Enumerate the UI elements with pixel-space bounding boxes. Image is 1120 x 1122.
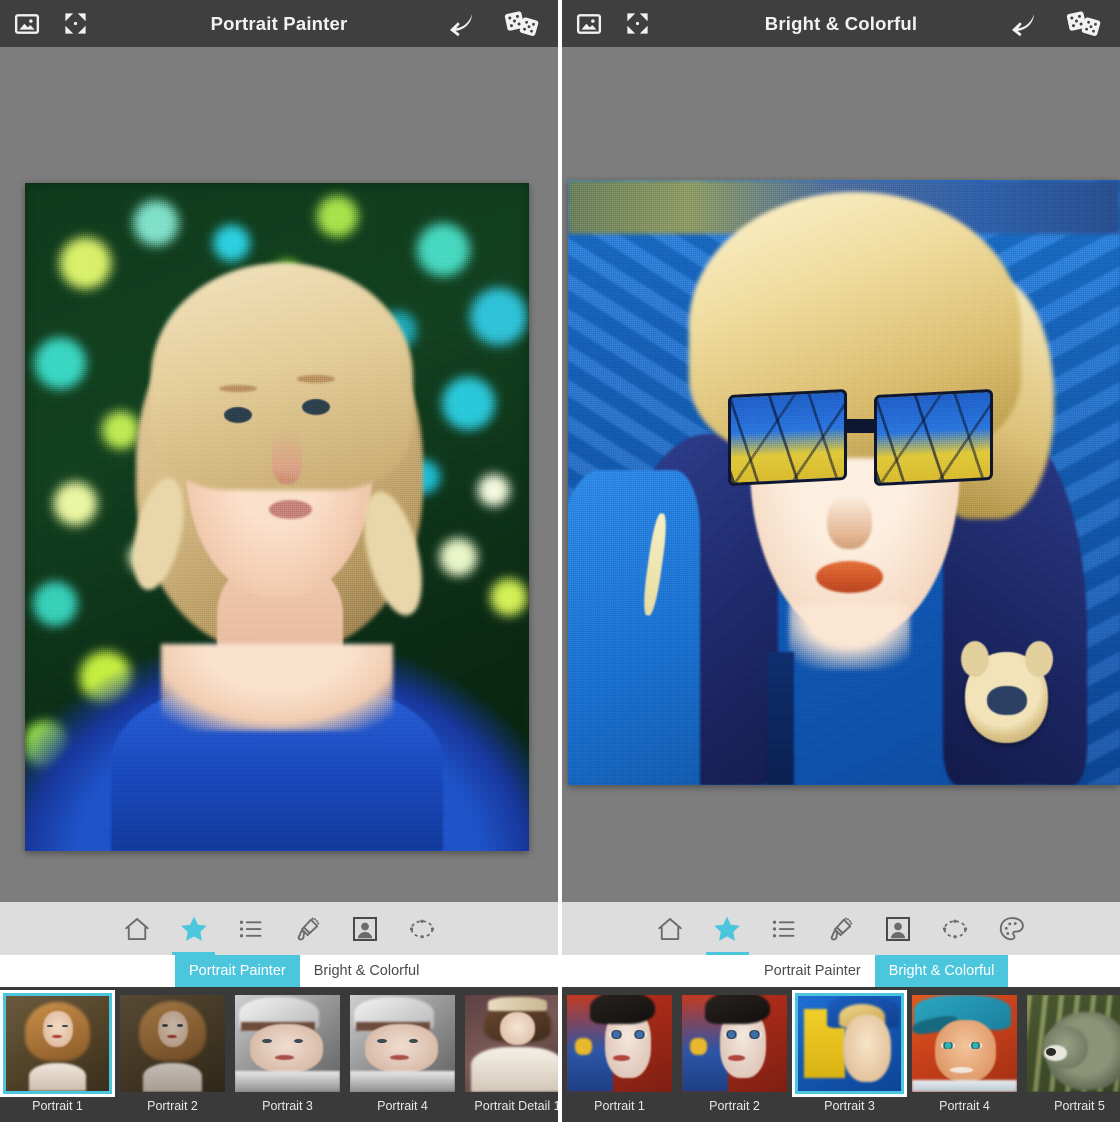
thumbnail-strip-left[interactable]: Portrait 1 Portrait 2 Portrait 3 Portrai…	[0, 987, 558, 1122]
thumbnail-label: Portrait 4	[939, 1099, 990, 1113]
star-icon[interactable]	[165, 902, 222, 955]
app-screenshot: Portrait Painter Portrait Painter Bright…	[0, 0, 1120, 1122]
thumbnail-label: Portrait 1	[594, 1099, 645, 1113]
paintbrush-icon[interactable]	[279, 902, 336, 955]
thumbnail-item[interactable]: Portrait 4	[907, 991, 1022, 1113]
artwork-lips	[816, 561, 883, 593]
thumbnail-label: Portrait 4	[377, 1099, 428, 1113]
artwork-eyebrow	[219, 384, 257, 393]
portrait-icon[interactable]	[870, 902, 927, 955]
list-icon[interactable]	[756, 902, 813, 955]
oval-selection-icon[interactable]	[393, 902, 450, 955]
home-icon[interactable]	[108, 902, 165, 955]
dice-icon[interactable]	[1066, 10, 1102, 37]
thumbnail-label: Portrait 2	[147, 1099, 198, 1113]
tab-portrait-painter[interactable]: Portrait Painter	[175, 955, 300, 987]
photo-icon[interactable]	[576, 11, 602, 37]
thumbnail-item[interactable]: Portrait 4	[345, 991, 460, 1113]
thumbnail-label: Portrait Detail 1	[474, 1099, 558, 1113]
thumbnail-label: Portrait 1	[32, 1099, 83, 1113]
thumbnail-label: Portrait 3	[824, 1099, 875, 1113]
artwork-lips	[269, 500, 313, 519]
artwork-nose	[827, 494, 872, 550]
home-icon[interactable]	[642, 902, 699, 955]
artwork-left[interactable]	[25, 183, 529, 851]
tabbar-right: Portrait Painter Bright & Colorful	[562, 955, 1120, 987]
dice-icon[interactable]	[504, 10, 540, 37]
thumbnail-item[interactable]: Portrait Detail 1	[460, 991, 558, 1113]
undo-icon[interactable]	[1008, 11, 1038, 37]
thumbnail-item[interactable]: Portrait 3	[792, 991, 907, 1113]
canvas-stage-left[interactable]	[0, 47, 558, 902]
undo-icon[interactable]	[446, 11, 476, 37]
paintbrush-icon[interactable]	[813, 902, 870, 955]
artwork-eye	[302, 398, 331, 415]
photo-icon[interactable]	[14, 11, 40, 37]
thumbnail-item[interactable]: Portrait 1	[562, 991, 677, 1113]
artwork-nose	[271, 430, 303, 484]
fullscreen-icon[interactable]	[62, 10, 89, 37]
fullscreen-icon[interactable]	[624, 10, 651, 37]
thumbnail-item[interactable]: Portrait 3	[230, 991, 345, 1113]
header-right-icons	[1008, 0, 1102, 47]
thumbnail-strip-right[interactable]: Portrait 1 Portrait 2 Portrait 3 Portrai…	[562, 987, 1120, 1122]
header-left-icons	[562, 10, 651, 37]
toolbar-left	[0, 902, 558, 955]
header-left: Portrait Painter	[0, 0, 558, 47]
artwork-eyebrow	[297, 375, 335, 383]
artwork-shoulder	[568, 470, 701, 785]
thumbnail-item[interactable]: Portrait 2	[677, 991, 792, 1113]
artwork-chin	[788, 603, 911, 671]
canvas-stage-right[interactable]	[562, 47, 1120, 902]
oval-selection-icon[interactable]	[927, 902, 984, 955]
thumbnail-label: Portrait 5	[1054, 1099, 1105, 1113]
tab-portrait-painter[interactable]: Portrait Painter	[750, 955, 875, 987]
artwork-zipper	[766, 651, 795, 785]
thumbnail-item[interactable]: Portrait 1	[0, 991, 115, 1113]
artwork-sunglasses	[728, 388, 994, 486]
star-icon[interactable]	[699, 902, 756, 955]
portrait-icon[interactable]	[336, 902, 393, 955]
header-right-icons	[446, 0, 540, 47]
tabbar-left: Portrait Painter Bright & Colorful	[0, 955, 558, 987]
tab-bright-colorful[interactable]: Bright & Colorful	[874, 955, 1009, 987]
artwork-chest	[161, 643, 393, 731]
thumbnail-label: Portrait 2	[709, 1099, 760, 1113]
artwork-eye	[224, 406, 253, 423]
artwork-right[interactable]	[568, 180, 1120, 785]
list-icon[interactable]	[222, 902, 279, 955]
tab-bright-colorful[interactable]: Bright & Colorful	[299, 955, 434, 987]
palette-icon[interactable]	[984, 902, 1041, 955]
header-left-icons	[0, 10, 89, 37]
toolbar-right	[562, 902, 1120, 955]
thumbnail-item[interactable]: Portrait 5	[1022, 991, 1120, 1113]
panel-left: Portrait Painter Portrait Painter Bright…	[0, 0, 558, 1122]
panel-right: Bright & Colorful Portrait Painter Brigh…	[562, 0, 1120, 1122]
artwork-monkey-badge	[960, 641, 1053, 743]
thumbnail-item[interactable]: Portrait 2	[115, 991, 230, 1113]
header-right: Bright & Colorful	[562, 0, 1120, 47]
thumbnail-label: Portrait 3	[262, 1099, 313, 1113]
